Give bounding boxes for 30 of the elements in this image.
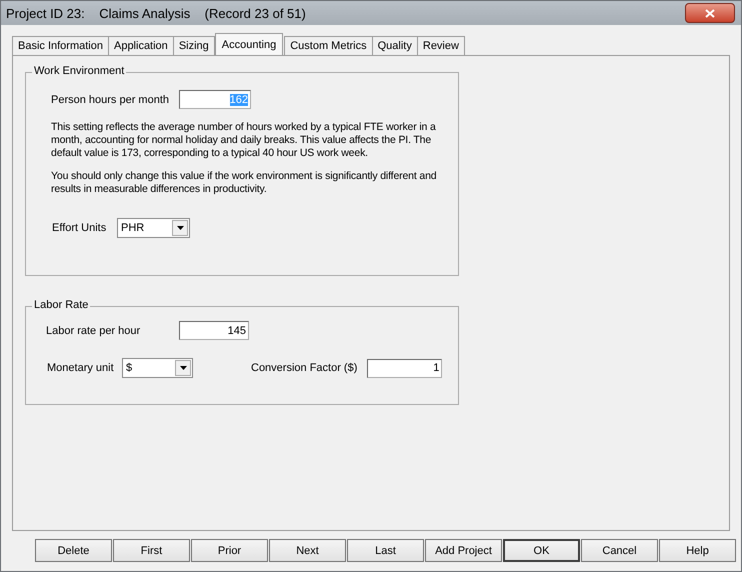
tab[interactable]: Custom Metrics bbox=[284, 36, 373, 55]
tab[interactable]: Review bbox=[416, 36, 465, 55]
field-label: Labor rate per hour bbox=[46, 324, 142, 336]
window-title: Project ID 23: Claims Analysis (Record 23 of 51) bbox=[6, 6, 306, 20]
input-field[interactable]: 1 bbox=[367, 358, 442, 378]
field-label: Conversion Factor ($) bbox=[251, 362, 358, 374]
dialog-button[interactable]: Next bbox=[269, 539, 346, 562]
close-button[interactable] bbox=[685, 3, 735, 23]
description-text: This setting reflects the average number of hours worked by a typical FTE worker in a month, accounting for normal holiday and daily breaks. This value affects the PI. The default value is 173, corresponding to a typical 40 hour US work week. bbox=[51, 121, 437, 160]
input-field[interactable]: 145 bbox=[179, 321, 249, 340]
dialog-button[interactable]: Help bbox=[659, 539, 736, 562]
dialog-button[interactable]: Add Project bbox=[425, 539, 502, 562]
description-text: You should only change this value if the work environment is significantly different and results in measurable differences in productivity. bbox=[51, 170, 438, 196]
dropdown[interactable]: $ bbox=[122, 358, 193, 378]
dropdown[interactable]: PHR bbox=[117, 218, 190, 238]
field-label: Effort Units bbox=[52, 222, 108, 234]
dialog-button[interactable]: OK bbox=[503, 539, 580, 562]
group-title: Labor Rate bbox=[32, 299, 90, 311]
field-label: Person hours per month bbox=[51, 94, 170, 106]
dialog-button[interactable]: Prior bbox=[191, 539, 268, 562]
dialog-button[interactable]: Delete bbox=[35, 539, 112, 562]
dialog-button[interactable]: First bbox=[113, 539, 190, 562]
group-title: Work Environment bbox=[32, 65, 126, 77]
tab[interactable]: Accounting bbox=[214, 33, 284, 55]
tab[interactable]: Sizing bbox=[172, 36, 215, 55]
dialog-button[interactable]: Last bbox=[347, 539, 424, 562]
dialog-button[interactable]: Cancel bbox=[581, 539, 658, 562]
field-label: Monetary unit bbox=[47, 362, 115, 374]
close-icon bbox=[705, 8, 715, 18]
tab[interactable]: Basic Information bbox=[12, 36, 109, 55]
